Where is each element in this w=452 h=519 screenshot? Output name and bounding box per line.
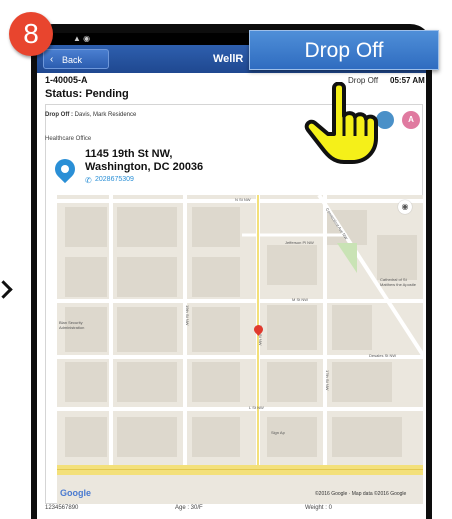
street-label: 19th St NW: [185, 305, 190, 326]
map-credit: ©2016 Google · Map data ©2016 Google: [315, 491, 407, 497]
avatar-button[interactable]: A: [402, 111, 420, 129]
address-line2: Washington, DC 20036: [85, 161, 204, 173]
street-label: Desales St NW: [369, 353, 397, 358]
phone-icon: ✆: [85, 176, 92, 185]
dropoff-line: Drop Off : Davis, Mark Residence: [45, 112, 137, 118]
street-label: Cathedral of St Matthew the Apostle: [380, 277, 417, 287]
trip-time: 05:57 AM: [390, 76, 425, 85]
drop-off-button[interactable]: Drop Off: [249, 30, 439, 70]
left-arrow-icon: [0, 280, 13, 299]
trip-id: 1-40005-A: [45, 75, 88, 85]
pointing-hand-icon: [304, 82, 378, 164]
app-title: WellR: [213, 53, 244, 65]
map-streets: [57, 195, 423, 504]
google-logo: Google: [60, 488, 91, 498]
signal-icon: ▲ ◉: [73, 34, 91, 43]
map-view[interactable]: N St NW Jefferson Pl NW M St NW Desales …: [57, 195, 423, 504]
street-label: Blan Security Administration: [59, 320, 85, 330]
address-line1: 1145 19th St NW,: [85, 148, 173, 160]
phone-link[interactable]: 2028675309: [95, 176, 134, 183]
street-label: Jefferson Pl NW: [285, 240, 314, 245]
chevron-left-icon: ‹: [50, 54, 54, 65]
street-label: L St NW: [249, 405, 264, 410]
street-label: 17th St NW: [325, 370, 330, 391]
locate-me-icon[interactable]: ◉: [398, 200, 412, 214]
office-label: Healthcare Office: [45, 136, 92, 142]
footer-weight: Weight : 0: [305, 505, 332, 511]
footer-phone: 1234567890: [45, 505, 79, 511]
back-label: Back: [62, 55, 83, 65]
footer-age: Age : 30/F: [175, 505, 203, 511]
street-label: Sign Ap: [271, 430, 285, 435]
back-button[interactable]: ‹ Back: [43, 49, 109, 69]
street-label: M St NW: [292, 297, 308, 302]
trip-status: Status: Pending: [45, 88, 129, 100]
step-number-badge: 8: [9, 12, 53, 56]
street-label: N St NW: [235, 197, 251, 202]
patient-footer: 1234567890 Age : 30/F Weight : 0: [37, 504, 426, 519]
